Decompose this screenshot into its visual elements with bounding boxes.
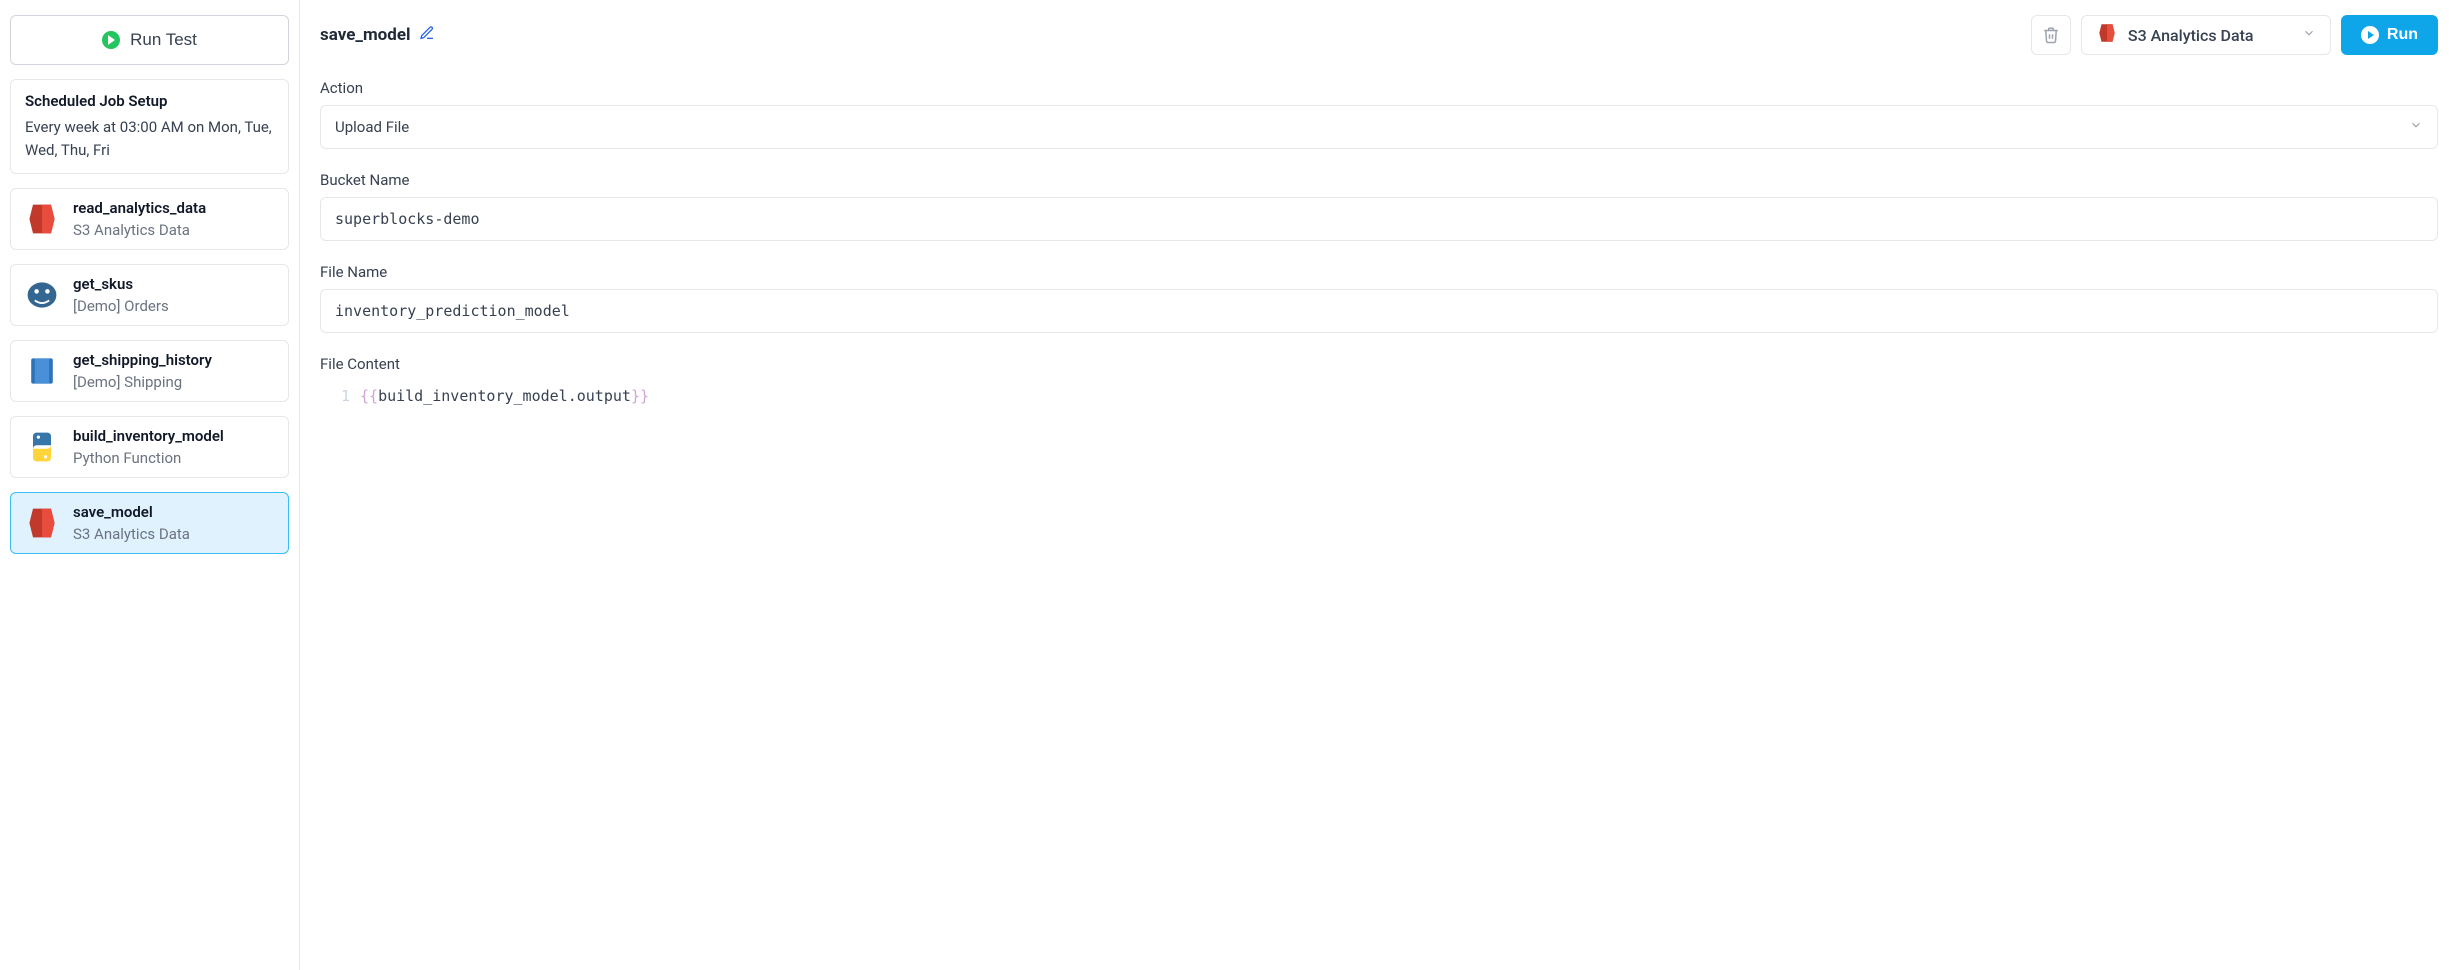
- code-line: 1 {{build_inventory_model.output}}: [320, 387, 649, 405]
- play-icon: [2361, 26, 2379, 44]
- step-get-shipping-history[interactable]: get_shipping_history [Demo] Shipping: [10, 340, 289, 402]
- step-subtitle: Python Function: [73, 449, 224, 467]
- postgres-icon: [23, 276, 61, 314]
- action-select[interactable]: Upload File: [320, 105, 2438, 149]
- step-name: build_inventory_model: [73, 427, 224, 445]
- chevron-down-icon: [2409, 118, 2423, 136]
- step-name: read_analytics_data: [73, 199, 206, 217]
- step-name: get_shipping_history: [73, 351, 212, 369]
- run-button[interactable]: Run: [2341, 15, 2438, 55]
- redshift-icon: [23, 352, 61, 390]
- bucket-name-input[interactable]: superblocks-demo: [320, 197, 2438, 241]
- step-build-inventory-model[interactable]: build_inventory_model Python Function: [10, 416, 289, 478]
- code-body: build_inventory_model.output: [378, 387, 631, 405]
- schedule-description: Every week at 03:00 AM on Mon, Tue, Wed,…: [25, 116, 274, 161]
- s3-icon: [23, 504, 61, 542]
- run-test-label: Run Test: [130, 30, 197, 50]
- bucket-label: Bucket Name: [320, 171, 2438, 189]
- source-select[interactable]: S3 Analytics Data: [2081, 15, 2331, 55]
- filename-label: File Name: [320, 263, 2438, 281]
- file-content-editor[interactable]: 1 {{build_inventory_model.output}}: [320, 381, 2438, 405]
- step-save-model[interactable]: save_model S3 Analytics Data: [10, 492, 289, 554]
- python-icon: [23, 428, 61, 466]
- filename-value: inventory_prediction_model: [335, 302, 570, 320]
- chevron-down-icon: [2302, 26, 2316, 44]
- step-name: save_model: [73, 503, 190, 521]
- step-get-skus[interactable]: get_skus [Demo] Orders: [10, 264, 289, 326]
- trash-icon: [2042, 26, 2060, 44]
- brace-open: {{: [360, 387, 378, 405]
- run-test-button[interactable]: Run Test: [10, 15, 289, 65]
- code-content: {{build_inventory_model.output}}: [360, 387, 649, 405]
- action-value: Upload File: [335, 118, 409, 136]
- delete-button[interactable]: [2031, 15, 2071, 55]
- source-select-label: S3 Analytics Data: [2128, 26, 2292, 45]
- main-panel: save_model S3 Analytics Data Run Action …: [300, 0, 2458, 970]
- step-read-analytics-data[interactable]: read_analytics_data S3 Analytics Data: [10, 188, 289, 250]
- schedule-card[interactable]: Scheduled Job Setup Every week at 03:00 …: [10, 79, 289, 174]
- bucket-name-value: superblocks-demo: [335, 210, 480, 228]
- step-subtitle: [Demo] Orders: [73, 297, 169, 315]
- step-subtitle: S3 Analytics Data: [73, 221, 206, 239]
- action-label: Action: [320, 79, 2438, 97]
- line-number: 1: [320, 387, 360, 405]
- step-subtitle: [Demo] Shipping: [73, 373, 212, 391]
- step-subtitle: S3 Analytics Data: [73, 525, 190, 543]
- play-icon: [102, 31, 120, 49]
- s3-icon: [2096, 22, 2118, 48]
- filename-input[interactable]: inventory_prediction_model: [320, 289, 2438, 333]
- topbar: save_model S3 Analytics Data Run: [320, 15, 2438, 55]
- page-title-wrap: save_model: [320, 25, 435, 46]
- s3-icon: [23, 200, 61, 238]
- run-button-label: Run: [2387, 26, 2418, 44]
- sidebar: Run Test Scheduled Job Setup Every week …: [0, 0, 300, 970]
- schedule-title: Scheduled Job Setup: [25, 92, 274, 110]
- page-title: save_model: [320, 25, 411, 45]
- step-name: get_skus: [73, 275, 169, 293]
- brace-close: }}: [631, 387, 649, 405]
- edit-icon[interactable]: [419, 25, 435, 46]
- content-label: File Content: [320, 355, 2438, 373]
